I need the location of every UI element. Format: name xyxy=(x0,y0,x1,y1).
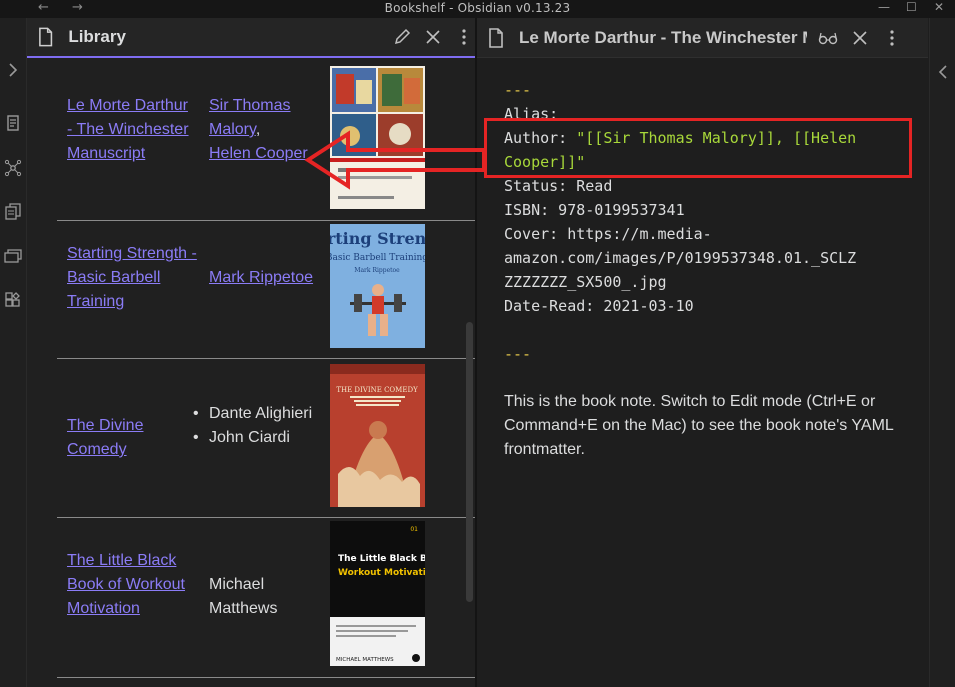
cover-subtitle: Basic Barbell Training xyxy=(330,253,425,263)
file-explorer-icon[interactable] xyxy=(3,114,23,134)
list-item: John Ciardi xyxy=(193,426,319,450)
yaml-delimiter: --- xyxy=(504,345,532,363)
author-link[interactable]: Helen Cooper xyxy=(209,145,308,162)
book-title-link[interactable]: The Little Black Book of Workout Motivat… xyxy=(67,552,185,617)
library-pane-header: Library xyxy=(27,18,475,58)
edit-pencil-icon[interactable] xyxy=(392,26,413,48)
book-cover-image: 01 The Little Black Book of Workout Moti… xyxy=(330,521,425,666)
book-title-link[interactable]: Le Morte Darthur - The Winchester Manusc… xyxy=(67,97,189,162)
cover-title: The Little Black Book of xyxy=(338,554,425,564)
plugins-icon[interactable] xyxy=(3,290,23,310)
minimize-icon[interactable]: — xyxy=(878,0,890,14)
graph-view-icon[interactable] xyxy=(3,158,23,178)
yaml-cover-line-1: Cover: https://m.media- xyxy=(504,225,712,243)
expand-sidebar-icon[interactable] xyxy=(3,60,23,80)
close-pane-icon[interactable] xyxy=(849,27,871,49)
scrollbar-thumb[interactable] xyxy=(466,322,473,602)
yaml-cover-line-3: ZZZZZZZ_SX500_.jpg xyxy=(504,273,667,291)
cards-icon[interactable] xyxy=(3,246,23,266)
title-bar: ← → Bookshelf - Obsidian v0.13.23 — ☐ ✕ xyxy=(0,0,955,18)
left-ribbon xyxy=(0,18,27,687)
more-options-icon[interactable] xyxy=(881,27,903,49)
note-pane-header: Le Morte Darthur - The Winchester Manusc… xyxy=(477,18,928,58)
cover-author: MICHAEL MATTHEWS xyxy=(336,657,394,663)
right-ribbon xyxy=(929,18,955,687)
book-cover-image: THE DIVINE COMEDY xyxy=(330,364,425,507)
author-link[interactable]: Sir Thomas Malory xyxy=(209,97,291,138)
pane-title: Library xyxy=(68,27,126,46)
close-pane-icon[interactable] xyxy=(423,26,444,48)
list-item: Dante Alighieri xyxy=(193,402,319,426)
table-row: The Little Black Book of Workout Motivat… xyxy=(57,517,475,678)
yaml-date-read: Date-Read: 2021-03-10 xyxy=(504,297,694,315)
reading-mode-glasses-icon[interactable] xyxy=(817,27,839,49)
highlight-box-annotation xyxy=(484,118,912,178)
pane-title: Le Morte Darthur - The Winchester Manusc… xyxy=(519,27,807,47)
yaml-cover-line-2: amazon.com/images/P/0199537348.01._SCLZ xyxy=(504,249,857,267)
copy-note-icon[interactable] xyxy=(3,202,23,222)
book-title-link[interactable]: The Divine Comedy xyxy=(67,417,143,458)
maximize-icon[interactable]: ☐ xyxy=(906,0,917,14)
cover-author: Mark Rippetoe xyxy=(354,267,400,274)
yaml-delimiter: --- xyxy=(504,81,532,99)
author-link[interactable]: Mark Rippetoe xyxy=(209,269,313,286)
more-options-icon[interactable] xyxy=(454,26,475,48)
cover-subtitle: Workout Motivation xyxy=(338,568,425,578)
collapse-right-sidebar-icon[interactable] xyxy=(938,64,948,83)
document-icon xyxy=(489,27,503,48)
close-window-icon[interactable]: ✕ xyxy=(934,0,944,14)
note-body-text: This is the book note. Switch to Edit mo… xyxy=(504,393,894,458)
yaml-isbn: ISBN: 978-0199537341 xyxy=(504,201,685,219)
cover-title: THE DIVINE COMEDY xyxy=(336,386,418,394)
cover-title: Starting Strength xyxy=(330,229,425,248)
red-arrow-annotation xyxy=(304,130,486,190)
cover-number: 01 xyxy=(410,526,418,533)
document-icon xyxy=(39,27,53,47)
author-list: Dante Alighieri John Ciardi xyxy=(193,402,319,450)
author-name: Michael Matthews xyxy=(209,576,278,617)
book-title-link[interactable]: Starting Strength - Basic Barbell Traini… xyxy=(67,245,197,310)
book-cover-image: Starting Strength Basic Barbell Training… xyxy=(330,224,425,348)
window-title: Bookshelf - Obsidian v0.13.23 xyxy=(384,1,571,15)
table-row: The Divine Comedy Dante Alighieri John C… xyxy=(57,358,475,518)
table-row: Starting Strength - Basic Barbell Traini… xyxy=(57,220,475,359)
